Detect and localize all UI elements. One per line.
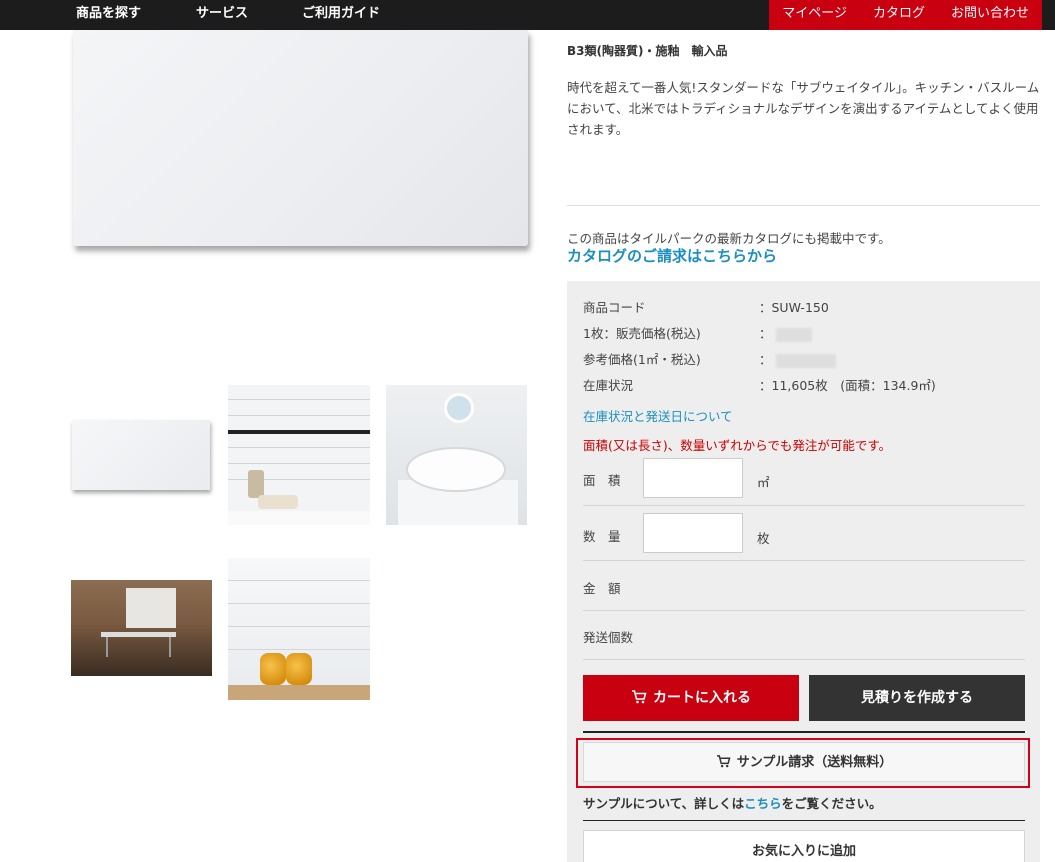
quantity-unit: 枚: [757, 531, 770, 546]
blurred-ref-price: [775, 353, 836, 368]
quantity-input[interactable]: [643, 513, 743, 553]
main-product-image: [73, 30, 528, 246]
nav-item-mypage[interactable]: マイページ: [769, 0, 860, 30]
nav-item-search-products[interactable]: 商品を探す: [76, 0, 141, 30]
sample-details-link[interactable]: こちら: [744, 796, 782, 811]
divider: [583, 820, 1025, 821]
cart-icon: [631, 675, 647, 721]
add-to-favorites-button[interactable]: お気に入りに追加: [583, 830, 1025, 862]
info-label-ref-price: 参考価格(1㎡・税込): [583, 352, 701, 367]
catalog-request-link[interactable]: カタログのご請求はこちらから: [567, 245, 777, 266]
add-to-cart-label: カートに入れる: [653, 690, 751, 706]
info-value-ref-price-group: ：: [759, 349, 836, 368]
nav-item-guide[interactable]: ご利用ガイド: [302, 0, 380, 30]
info-label-stock: 在庫状況: [583, 378, 634, 393]
stock-shipping-link[interactable]: 在庫状況と発送日について: [583, 406, 733, 425]
info-value-unit-price-group: ：: [759, 323, 812, 342]
info-label-code: 商品コード: [583, 300, 646, 315]
thumbnail-wall-shelf[interactable]: [228, 385, 370, 525]
divider: [583, 731, 1025, 733]
shipping-count-label: 発送個数: [583, 630, 634, 645]
thumbnail-bathroom[interactable]: [386, 385, 527, 525]
blurred-price: [775, 327, 812, 342]
nav-item-catalog[interactable]: カタログ: [860, 0, 938, 30]
divider: [583, 505, 1025, 506]
nav-right-group: マイページ カタログ お問い合わせ: [769, 0, 1042, 30]
divider: [583, 610, 1025, 611]
divider: [583, 560, 1025, 561]
create-quote-button[interactable]: 見積りを作成する: [809, 675, 1025, 721]
info-label-unit-price: 1枚：販売価格(税込): [583, 326, 701, 341]
info-value-ref-price: ：: [759, 352, 772, 367]
amount-label: 金 額: [583, 581, 621, 596]
sample-note: サンプルについて、詳しくはこちらをご覧ください。: [583, 793, 882, 812]
area-unit: ㎡: [757, 475, 770, 490]
quantity-label: 数 量: [583, 529, 621, 544]
divider: [583, 659, 1025, 660]
info-value-code: ：SUW-150: [759, 300, 829, 315]
top-nav: 商品を探す サービス ご利用ガイド マイページ カタログ お問い合わせ: [0, 0, 1055, 30]
thumbnail-tile[interactable]: [72, 420, 210, 490]
nav-item-contact[interactable]: お問い合わせ: [938, 0, 1042, 30]
area-label: 面 積: [583, 473, 621, 488]
sample-note-before: サンプルについて、詳しくは: [583, 796, 745, 811]
order-note: 面積(又は長さ)、数量いずれからでも発注が可能です。: [583, 438, 892, 453]
thumbnail-jars[interactable]: [228, 558, 370, 700]
cart-icon: [716, 743, 731, 781]
product-spec: B3類(陶器質)・施釉 輸入品: [567, 44, 728, 58]
add-to-cart-button[interactable]: カートに入れる: [583, 675, 799, 721]
area-input[interactable]: [643, 458, 743, 498]
info-value-unit-price: ：: [759, 326, 772, 341]
sample-request-label: サンプル請求（送料無料）: [736, 755, 893, 770]
sample-note-after: をご覧ください。: [781, 796, 882, 811]
info-value-stock: ：11,605枚 (面積：134.9㎡): [759, 378, 936, 393]
sample-request-button[interactable]: サンプル請求（送料無料）: [583, 742, 1025, 782]
divider: [567, 205, 1040, 206]
product-description: 時代を超えて一番人気!スタンダードな「サブウェイタイル」。キッチン・バスルームに…: [567, 80, 1040, 137]
thumbnail-kitchen[interactable]: [71, 580, 212, 676]
nav-item-services[interactable]: サービス: [196, 0, 248, 30]
